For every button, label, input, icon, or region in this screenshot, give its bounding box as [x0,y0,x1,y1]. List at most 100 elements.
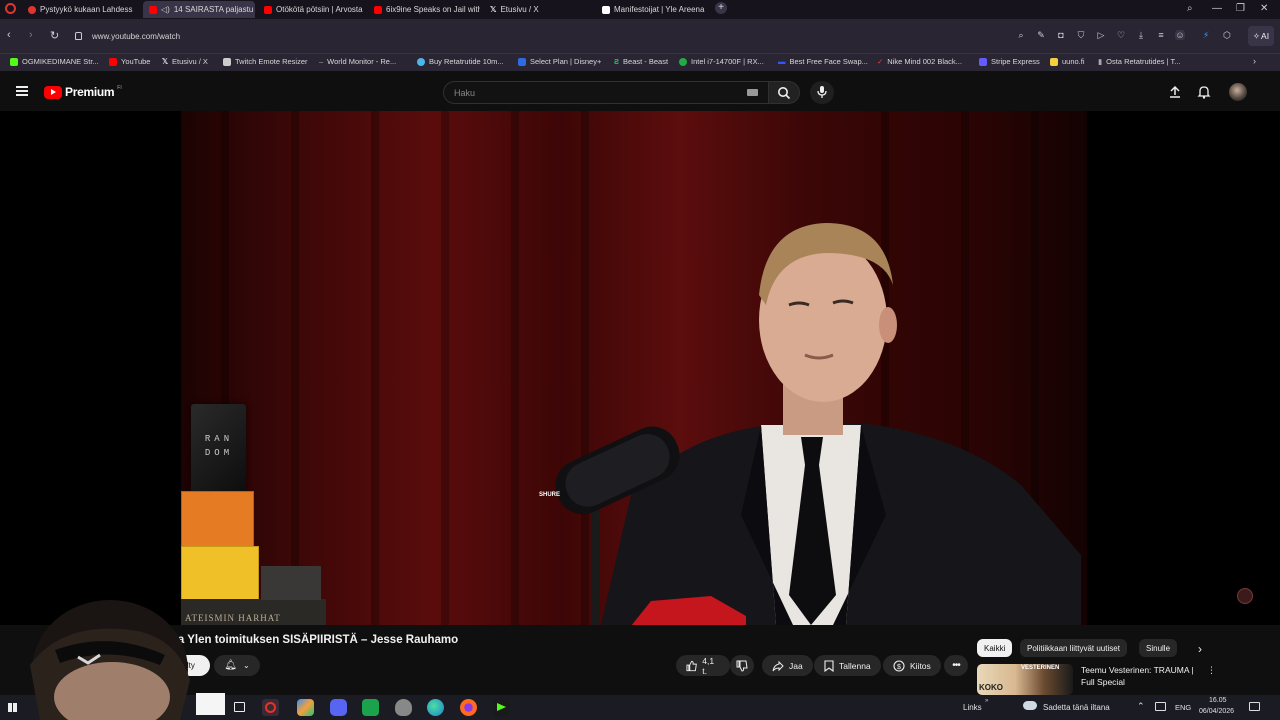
more-actions-button[interactable]: ••• [944,655,968,676]
edge-browser-icon[interactable] [427,699,444,716]
dislike-button[interactable] [730,655,754,676]
chip-politics[interactable]: Politiikkaan liittyvät uutiset [1020,639,1127,657]
camera-icon[interactable]: ◘ [1056,30,1066,40]
cube-icon[interactable]: ⬡ [1222,30,1232,40]
search-placeholder: Haku [454,87,476,98]
search-button[interactable] [768,81,800,104]
reload-button[interactable]: ↻ [50,29,59,42]
bookmark-item[interactable]: 𝕏 Etusivu / X [162,57,208,66]
bookmark-item[interactable]: Twitch Emote Resizer [223,57,308,66]
youtube-favicon-icon [149,5,157,14]
tab-5[interactable]: 𝕏 Etusivu / X [484,1,596,18]
streamer-badge-icon[interactable] [1237,588,1253,604]
search-input[interactable]: Haku [443,81,769,104]
super-thanks-icon: $ [893,659,905,672]
extension-icon[interactable]: ⚡ [1201,30,1211,40]
notifications-bell-icon[interactable] [1197,85,1211,99]
bookmark-item[interactable]: ✓ Nike Mind 002 Black... [877,57,962,66]
restore-button[interactable]: ❐ [1236,3,1245,14]
bookmark-label: YouTube [121,57,151,66]
recommended-video-thumbnail[interactable]: VESTERINEN KOKO [977,664,1073,695]
bookmark-item[interactable]: ▮ Osta Retatrutides | T... [1098,57,1180,66]
curtain-fold [371,111,379,625]
bookmark-item[interactable]: – World Monitor - Re... [319,57,396,66]
save-button[interactable]: Tallenna [814,655,881,676]
bookmark-item[interactable]: Intel i7-14700F | RX... [679,57,764,66]
url-text[interactable]: www.youtube.com/watch [92,32,180,41]
toolbar-expand-icon[interactable]: » [985,698,988,704]
voice-search-button[interactable] [810,81,834,104]
bookmark-label: World Monitor - Re... [327,57,397,66]
share-button[interactable]: Jaa [762,655,813,676]
kick-app-icon[interactable] [493,699,510,716]
video-frame[interactable]: SHURE RAN DOM ATEISMIN HARHAT [181,111,1087,625]
search-tabs-icon[interactable]: ⌕ [1187,3,1193,14]
bookmark-item[interactable]: Stripe Express [979,57,1040,66]
back-button[interactable]: ‹ [7,29,11,41]
bookmark-item[interactable]: Buy Retatrutide 10m... [417,57,504,66]
links-toolbar-label[interactable]: Links [963,703,982,712]
discord-icon[interactable] [330,699,347,716]
play-icon[interactable]: ▷ [1096,30,1106,40]
keyboard-icon[interactable] [747,89,758,96]
tab-label: Pystyykö kukaan Lahdess [40,5,133,14]
tab-2-active[interactable]: ◁) 14 SAIRASTA paljastu [143,1,255,18]
shield-app-icon[interactable] [395,699,412,716]
new-tab-button[interactable]: + [715,2,727,14]
close-window-button[interactable]: ✕ [1260,3,1268,14]
upload-icon[interactable] [1168,85,1182,99]
like-button[interactable]: 4,1 t. [676,655,730,676]
language-indicator[interactable]: ENG [1175,703,1191,712]
speaker-icon[interactable]: ◁) [161,5,170,14]
video-player[interactable]: SHURE RAN DOM ATEISMIN HARHAT [0,111,1280,625]
task-view-icon[interactable] [234,702,245,712]
edit-icon[interactable]: ✎ [1036,30,1046,40]
bookmark-label: Osta Retatrutides | T... [1106,57,1181,66]
recommended-video-title[interactable]: Teemu Vesterinen: TRAUMA | Full Special [1081,664,1199,688]
download-icon[interactable]: ⤓ [1136,30,1146,40]
search-icon[interactable]: ⌕ [1016,30,1026,40]
tab-6[interactable]: Manifestoijat | Yle Areena [596,1,711,18]
youtube-logo[interactable]: Premium FI [44,85,122,99]
account-avatar[interactable] [1229,83,1247,101]
bookmark-item[interactable]: uuno.fi [1050,57,1085,66]
forward-button[interactable]: › [29,29,33,41]
network-icon[interactable] [1155,702,1166,711]
tab-4[interactable]: 6ix9ine Speaks on Jail with [368,1,480,18]
ai-button[interactable]: ✧ AI [1248,26,1274,46]
bookmark-item[interactable]: YouTube [109,57,150,66]
copilot-icon[interactable] [297,699,314,716]
bookmark-item[interactable]: ▬ Best Free Face Swap... [778,57,868,66]
opera-browser-icon[interactable] [262,699,279,716]
minimize-button[interactable]: — [1212,3,1222,14]
clock-time[interactable]: 16.05 [1209,697,1227,704]
bookmark-item[interactable]: Select Plan | Disney+ [518,57,601,66]
recommended-more-icon[interactable]: ⋮ [1207,665,1216,676]
heart-icon[interactable]: ♡ [1116,30,1126,40]
hamburger-menu-icon[interactable] [16,86,28,96]
bookmarks-overflow-icon[interactable]: › [1253,56,1256,66]
bookmark-label: Beast - Beast [623,57,669,66]
chip-all[interactable]: Kaikki [977,639,1013,657]
thanks-button[interactable]: $ Kiitos [883,655,941,676]
tab-3[interactable]: Otökötä pötsiin | Arvosta [258,1,366,18]
youtube-icon [109,57,117,66]
chip-for-you[interactable]: Sinulle [1139,639,1178,657]
address-bar[interactable]: www.youtube.com/watch [75,26,995,46]
bookmark-item[interactable]: Ƨ Beast - Beast [614,57,668,66]
shield-icon[interactable]: ⛉ [1076,30,1086,40]
spotify-like-icon[interactable] [362,699,379,716]
chip-label: Kaikki [984,643,1006,653]
chips-next-arrow-icon[interactable]: › [1198,642,1202,656]
menu-icon[interactable]: ≡ [1156,30,1166,40]
dash-icon: ▬ [778,57,786,66]
profile-icon[interactable]: ☺ [1175,30,1185,40]
notification-center-icon[interactable] [1249,702,1260,711]
firefox-icon[interactable] [460,699,477,716]
clock-date[interactable]: 06/04/2026 [1199,708,1234,715]
weather-text[interactable]: Sadetta tänä iltana [1043,703,1110,712]
opera-menu-icon[interactable] [5,3,16,14]
tray-overflow-icon[interactable]: ⌃ [1137,701,1145,712]
bookmark-item[interactable]: OGMIKEDIMANE Str... [10,57,99,66]
tab-1[interactable]: Pystyykö kukaan Lahdess [22,1,134,18]
